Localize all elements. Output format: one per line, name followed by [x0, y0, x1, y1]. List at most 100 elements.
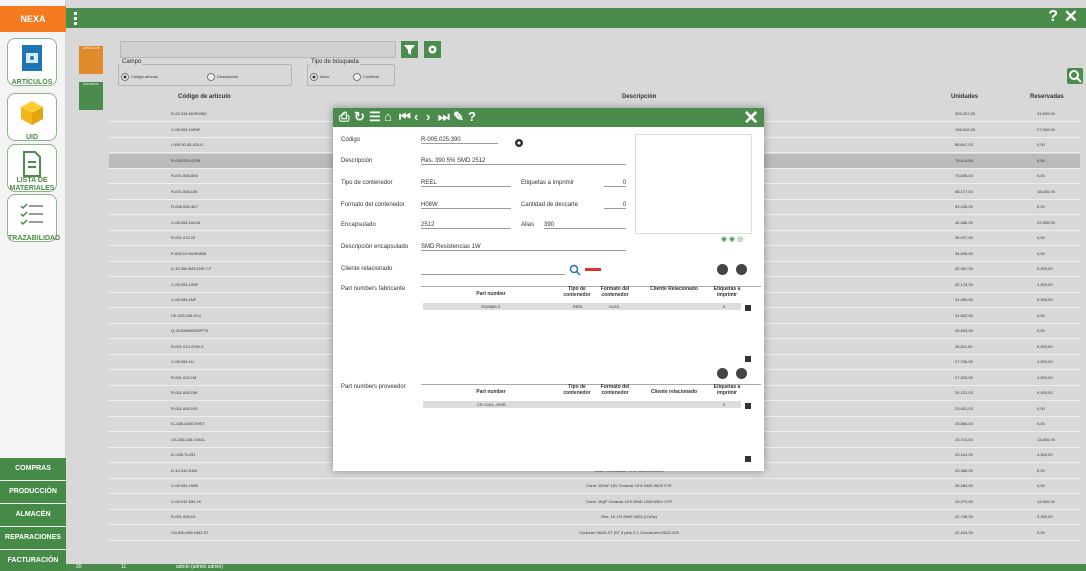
cell-unidades: 28.811,00 [955, 343, 973, 349]
sidebar-item-articulos[interactable]: ARTÍCULOS [7, 38, 57, 86]
cell-reservadas: 18.000,00 [1037, 188, 1055, 194]
cell-reservadas: 9.000,00 [1037, 390, 1053, 395]
image-tools-icon[interactable]: ◉ ◉ ◎ [721, 235, 743, 243]
settings-button[interactable] [424, 41, 441, 58]
refresh-icon[interactable]: ↻ [354, 109, 365, 125]
sidebar-item-lista-materiales[interactable]: LISTA DE MATERIALES [7, 144, 57, 192]
header-unidades: Unidades [951, 94, 979, 100]
cell-unidades: 305.207,00 [955, 111, 976, 116]
search-button[interactable] [1067, 68, 1083, 84]
nav-produccion[interactable]: PRODUCCIÓN [0, 481, 66, 503]
desc-encap-field[interactable]: SMD Resistencias 1W [421, 244, 626, 251]
menu-dots-icon[interactable] [74, 12, 78, 27]
nav-almacen[interactable]: ALMACÉN [0, 504, 66, 526]
descripcion-field[interactable]: Res. 390 5% SMD 2512 [421, 158, 626, 165]
close-icon[interactable]: ✕ [743, 107, 759, 130]
table-row[interactable]: C-05.006.150N Cond. 150nF 16V Ceramic 10%… [109, 479, 1080, 494]
historial-tile[interactable]: HISTORIAL [79, 82, 103, 110]
status-calendar-count: 11 [121, 564, 127, 570]
radio-inicio[interactable]: Inicio [310, 73, 329, 81]
filter-button[interactable] [401, 41, 418, 58]
cell-unidades: 34.945,00 [955, 250, 973, 256]
cell-codigo: D-15.350.BAT42W-7-F [171, 266, 212, 271]
cell-codigo: CE-035.236.47U [171, 312, 201, 318]
tipo-field[interactable]: REEL [421, 180, 511, 187]
article-modal: ⎙ ↻ ☰ ⌂ ⏮ ‹ › ⏭ ✎ ? ✕ Código R-005.025.3… [333, 108, 764, 471]
header-descripcion: Descripción [622, 94, 657, 100]
cell-codigo: C-05.006.1U [171, 359, 194, 364]
label-etiquetas: Etiquetas a imprimir [521, 180, 575, 186]
header-reservadas: Reservadas [1030, 94, 1064, 100]
pn-fabricante-scroll[interactable] [745, 356, 751, 362]
cell-codigo: R-001.006.5K6 [171, 173, 198, 178]
add-pn-fabricante-icon[interactable] [717, 264, 728, 275]
pn-proveedor-scroll[interactable] [745, 456, 751, 462]
radio-codigo[interactable]: Código artículo [121, 73, 158, 81]
descarte-field[interactable]: 0 [604, 202, 626, 209]
codigo-field[interactable]: R-005.025.390 [421, 137, 498, 144]
prev-icon[interactable]: ‹ [414, 109, 418, 124]
cell-reservadas: 4.500,00 [1037, 452, 1053, 457]
pn-proveedor-row[interactable]: CR-12A4--390R- 0 [423, 401, 741, 408]
search-input[interactable] [120, 41, 396, 58]
next-icon[interactable]: › [426, 109, 430, 124]
radio-descripcion[interactable]: Descripción [207, 73, 238, 81]
print-icon[interactable]: ⎙ [339, 109, 349, 125]
tag-icon[interactable]: ⌂ [384, 109, 392, 124]
nav-facturacion[interactable]: FACTURACIÓN [0, 550, 66, 571]
remove-pn-fabricante-icon[interactable] [736, 264, 747, 275]
list-icon[interactable]: ☰ [369, 109, 381, 125]
settings-small-icon[interactable] [514, 138, 524, 148]
cliente-field[interactable] [421, 266, 565, 275]
remove-pn-proveedor-icon[interactable] [736, 368, 747, 379]
cell-codigo: R-001.006.1K [171, 514, 196, 519]
articulos-tile[interactable]: ARTÍCULOS [79, 46, 103, 74]
encapsulado-field[interactable]: 2512 [421, 222, 511, 229]
nav-compras[interactable]: COMPRAS [0, 458, 66, 480]
formato-field[interactable]: H08W [421, 202, 511, 209]
pn-fabricante-row-select[interactable] [745, 305, 751, 311]
cell-reservadas: 9.000,00 [1037, 343, 1053, 349]
cell-reservadas: 3.300,00 [1037, 514, 1053, 519]
sidebar: NEXA ARTÍCULOS UID LISTA DE MATERIALES T… [0, 0, 66, 571]
status-bar: 20 11 admin (admin admin) [66, 564, 1086, 571]
radio-contiene[interactable]: Contiene [353, 73, 379, 81]
cell-codigo: D-25.315.MUR0360 [171, 111, 207, 116]
cell-codigo: C-05.012.630.1K [171, 498, 202, 504]
add-pn-proveedor-icon[interactable] [717, 368, 728, 379]
remove-client-button[interactable] [585, 268, 601, 271]
etiquetas-field[interactable]: 0 [604, 180, 626, 187]
label-pn-fabricante: Part numbers fabricante [341, 286, 406, 292]
help-icon[interactable]: ? [468, 109, 476, 124]
cell-reservadas: 0,00 [1037, 142, 1045, 147]
close-app-button[interactable]: ✕ [1064, 7, 1078, 27]
label-descarte: Cantidad de descarte [521, 202, 579, 208]
cell-unidades: 42.486,00 [955, 219, 973, 225]
sidebar-item-trazabilidad[interactable]: TRAZABILIDAD [7, 194, 60, 242]
label-formato: Formato del contenedor [341, 202, 405, 208]
pn-fabricante-row[interactable]: 3344585-3 REEL H12S 0 [423, 303, 741, 310]
cell-codigo: R-001.006.10K [171, 188, 198, 194]
alias-field[interactable]: 390 [544, 222, 626, 229]
table-row[interactable]: R-001.006.1K Res. 1K 1% SMD 0603 (1/10w) 2… [109, 510, 1080, 525]
cell-unidades: 23.270,00 [955, 498, 973, 504]
cell-descripcion: Res. 1K 1% SMD 0603 (1/10w) [601, 514, 657, 519]
edit-icon[interactable]: ✎ [453, 109, 464, 125]
help-button[interactable]: ? [1048, 8, 1058, 26]
cell-unidades: 22.443,00 [955, 529, 973, 535]
search-client-icon[interactable] [569, 264, 581, 276]
cell-unidades: 32.178,00 [955, 281, 973, 287]
table-row[interactable]: C-05.012.630.1K Cond. 1KpF Ceramic 10% SM… [109, 495, 1080, 510]
cell-unidades: 23.388,00 [955, 467, 973, 473]
table-row[interactable]: CN-500.006.GMZ.ST Conector 06AS.ST (ST 6 … [109, 526, 1080, 541]
last-icon[interactable]: ⏭ [438, 109, 450, 125]
tipo-fieldset: Tipo de búsqueda Inicio Contiene [307, 59, 395, 86]
pn-proveedor-row-select[interactable] [745, 403, 751, 409]
nav-reparaciones[interactable]: REPARACIONES [0, 527, 66, 549]
cell-reservadas: 0,00 [1037, 157, 1045, 163]
first-icon[interactable]: ⏮ [399, 109, 411, 125]
cell-reservadas: 0,00 [1037, 467, 1045, 473]
search-icon [1069, 70, 1082, 83]
sidebar-item-uid[interactable]: UID [7, 93, 57, 141]
cell-codigo: R-001.012.22 [171, 235, 196, 240]
